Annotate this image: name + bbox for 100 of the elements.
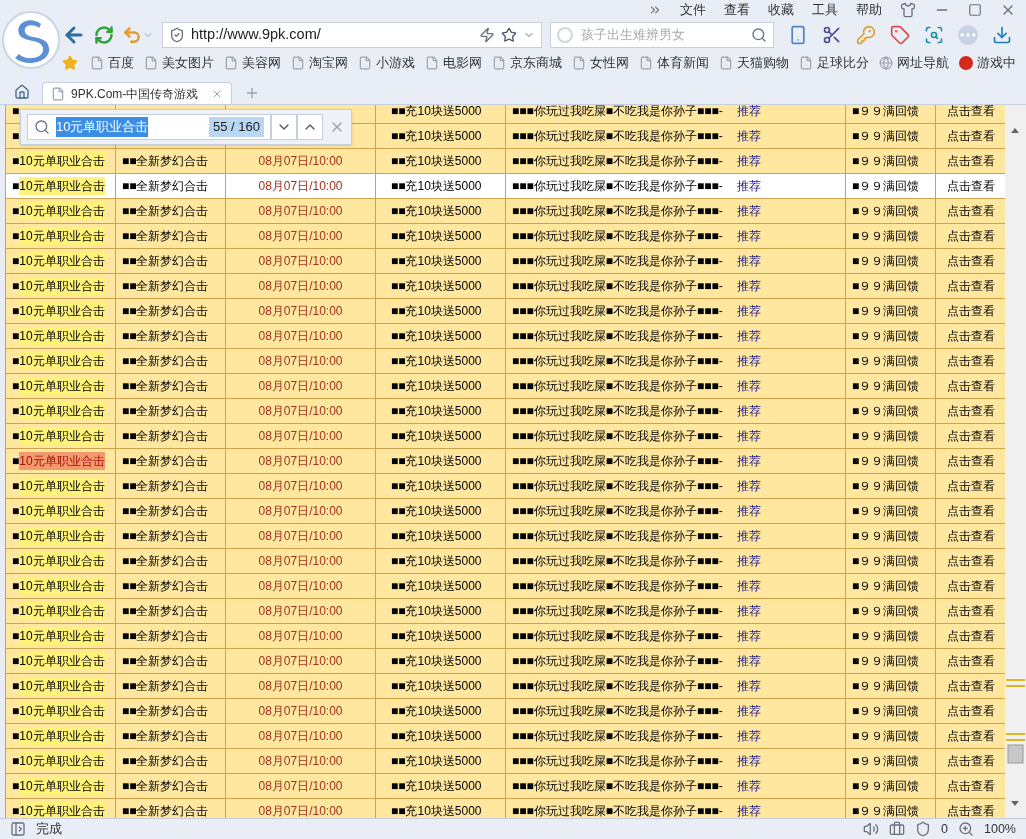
table-row[interactable]: ■10元单职业合击 ■■全新梦幻合击 08月07日/10:00 ■■充10块送5000 ■■■你玩过我吃屎■不吃我是你孙子■■■- 推荐 ■９９满回馈 点击查看 bbox=[6, 224, 1005, 249]
bookmark-link[interactable]: 体育新闻 bbox=[657, 53, 709, 73]
recommend-link[interactable]: 推荐 bbox=[736, 802, 761, 818]
table-row[interactable]: ■10元单职业合击 ■■全新梦幻合击 08月07日/10:00 ■■充10块送5000 ■■■你玩过我吃屎■不吃我是你孙子■■■- 推荐 ■９９满回馈 点击查看 bbox=[6, 349, 1005, 374]
recommend-link[interactable]: 推荐 bbox=[736, 527, 761, 545]
table-row[interactable]: ■10元单职业合击 ■■全新梦幻合击 08月07日/10:00 ■■充10块送5000 ■■■你玩过我吃屎■不吃我是你孙子■■■- 推荐 ■９９满回馈 点击查看 bbox=[6, 299, 1005, 324]
table-row[interactable]: ■10元单职业合击 ■■全新梦幻合击 08月07日/10:00 ■■充10块送5000 ■■■你玩过我吃屎■不吃我是你孙子■■■- 推荐 ■９９满回馈 点击查看 bbox=[6, 274, 1005, 299]
recommend-link[interactable]: 推荐 bbox=[736, 377, 761, 395]
recommend-link[interactable]: 推荐 bbox=[736, 277, 761, 295]
bookmark-link[interactable]: 淘宝网 bbox=[309, 53, 348, 73]
table-row[interactable]: ■10元单职业合击 ■■全新梦幻合击 08月07日/10:00 ■■充10块送5000 ■■■你玩过我吃屎■不吃我是你孙子■■■- 推荐 ■９９满回馈 点击查看 bbox=[6, 374, 1005, 399]
scissors-icon[interactable] bbox=[822, 25, 842, 45]
table-row[interactable]: ■10元单职业合击 ■■全新梦幻合击 08月07日/10:00 ■■充10块送5000 ■■■你玩过我吃屎■不吃我是你孙子■■■- 推荐 ■９９满回馈 点击查看 bbox=[6, 524, 1005, 549]
bookmark-link[interactable]: 网址导航 bbox=[897, 53, 949, 73]
recommend-link[interactable]: 推荐 bbox=[736, 577, 761, 595]
recommend-link[interactable]: 推荐 bbox=[736, 752, 761, 770]
home-icon[interactable] bbox=[14, 84, 30, 100]
speaker-icon[interactable] bbox=[863, 821, 880, 837]
recommend-link[interactable]: 推荐 bbox=[736, 702, 761, 720]
menu-item[interactable]: 帮助 bbox=[856, 0, 882, 20]
table-row[interactable]: ■10元单职业合击 ■■全新梦幻合击 08月07日/10:00 ■■充10块送5000 ■■■你玩过我吃屎■不吃我是你孙子■■■- 推荐 ■９９满回馈 点击查看 bbox=[6, 399, 1005, 424]
bookmark-link[interactable]: 天猫购物 bbox=[737, 53, 789, 73]
tag-icon[interactable] bbox=[890, 25, 910, 45]
bookmark-link[interactable]: 女性网 bbox=[590, 53, 629, 73]
table-row[interactable]: ■10元单职业合击 ■■全新梦幻合击 08月07日/10:00 ■■充10块送5000 ■■■你玩过我吃屎■不吃我是你孙子■■■- 推荐 ■９９满回馈 点击查看 bbox=[6, 574, 1005, 599]
refresh-icon[interactable] bbox=[94, 25, 114, 45]
table-row[interactable]: ■10元单职业合击 ■■全新梦幻合击 08月07日/10:00 ■■充10块送5000 ■■■你玩过我吃屎■不吃我是你孙子■■■- 推荐 ■９９满回馈 点击查看 bbox=[6, 549, 1005, 574]
table-row[interactable]: ■10元单职业合击 ■■全新梦幻合击 08月07日/10:00 ■■充10块送5000 ■■■你玩过我吃屎■不吃我是你孙子■■■- 推荐 ■９９满回馈 点击查看 bbox=[6, 799, 1005, 818]
next-button[interactable] bbox=[271, 114, 297, 140]
recommend-link[interactable]: 推荐 bbox=[736, 252, 761, 270]
recommend-link[interactable]: 推荐 bbox=[736, 477, 761, 495]
recommend-link[interactable]: 推荐 bbox=[736, 202, 761, 220]
bookmark-link[interactable]: 游戏中 bbox=[977, 53, 1016, 73]
bookmark-link[interactable]: 小游戏 bbox=[376, 53, 415, 73]
recommend-link[interactable]: 推荐 bbox=[736, 727, 761, 745]
maximize-icon[interactable] bbox=[968, 3, 982, 17]
undo-icon[interactable] bbox=[122, 25, 142, 45]
recommend-link[interactable]: 推荐 bbox=[736, 352, 761, 370]
bookmark-link[interactable]: 足球比分 bbox=[817, 53, 869, 73]
table-row[interactable]: ■10元单职业合击 ■■全新梦幻合击 08月07日/10:00 ■■充10块送5000 ■■■你玩过我吃屎■不吃我是你孙子■■■- 推荐 ■９９满回馈 点击查看 bbox=[6, 724, 1005, 749]
recommend-link[interactable]: 推荐 bbox=[736, 402, 761, 420]
recommend-link[interactable]: 推荐 bbox=[736, 427, 761, 445]
star-icon[interactable] bbox=[501, 27, 517, 43]
table-row[interactable]: ■10元单职业合击 ■■全新梦幻合击 08月07日/10:00 ■■充10块送5000 ■■■你玩过我吃屎■不吃我是你孙子■■■- 推荐 ■９９满回馈 点击查看 bbox=[6, 174, 1005, 199]
table-row[interactable]: ■10元单职业合击 ■■全新梦幻合击 08月07日/10:00 ■■充10块送5000 ■■■你玩过我吃屎■不吃我是你孙子■■■- 推荐 ■９９满回馈 点击查看 bbox=[6, 249, 1005, 274]
recommend-link[interactable]: 推荐 bbox=[736, 502, 761, 520]
table-row[interactable]: ■10元单职业合击 ■■全新梦幻合击 08月07日/10:00 ■■充10块送5000 ■■■你玩过我吃屎■不吃我是你孙子■■■- 推荐 ■９９满回馈 点击查看 bbox=[6, 699, 1005, 724]
zoom-icon[interactable] bbox=[958, 821, 974, 837]
favorites-icon[interactable] bbox=[62, 55, 78, 71]
search-icon[interactable] bbox=[751, 27, 767, 43]
table-row[interactable]: ■10元单职业合击 ■■全新梦幻合击 08月07日/10:00 ■■充10块送5000 ■■■你玩过我吃屎■不吃我是你孙子■■■- 推荐 ■９９满回馈 点击查看 bbox=[6, 149, 1005, 174]
table-row[interactable]: ■10元单职业合击 ■■全新梦幻合击 08月07日/10:00 ■■充10块送5000 ■■■你玩过我吃屎■不吃我是你孙子■■■- 推荐 ■９９满回馈 点击查看 bbox=[6, 499, 1005, 524]
bookmark-link[interactable]: 电影网 bbox=[443, 53, 482, 73]
recommend-link[interactable]: 推荐 bbox=[736, 127, 761, 145]
phone-icon[interactable] bbox=[788, 25, 808, 45]
recommend-link[interactable]: 推荐 bbox=[736, 677, 761, 695]
recommend-link[interactable]: 推荐 bbox=[736, 602, 761, 620]
recommend-link[interactable]: 推荐 bbox=[736, 152, 761, 170]
key-icon[interactable] bbox=[856, 25, 876, 45]
recommend-link[interactable]: 推荐 bbox=[736, 227, 761, 245]
bookmark-link[interactable]: 百度 bbox=[108, 53, 134, 73]
table-row[interactable]: ■10元单职业合击 ■■全新梦幻合击 08月07日/10:00 ■■充10块送5000 ■■■你玩过我吃屎■不吃我是你孙子■■■- 推荐 ■９９满回馈 点击查看 bbox=[6, 649, 1005, 674]
menu-item[interactable]: 收藏 bbox=[768, 0, 794, 20]
menu-item[interactable]: 工具 bbox=[812, 0, 838, 20]
menu-item[interactable]: 文件 bbox=[680, 0, 706, 20]
download-icon[interactable] bbox=[992, 25, 1012, 45]
shield-icon[interactable] bbox=[915, 821, 932, 837]
table-row[interactable]: ■10元单职业合击 ■■全新梦幻合击 08月07日/10:00 ■■充10块送5000 ■■■你玩过我吃屎■不吃我是你孙子■■■- 推荐 ■９９满回馈 点击查看 bbox=[6, 474, 1005, 499]
table-row[interactable]: ■10元单职业合击 ■■全新梦幻合击 08月07日/10:00 ■■充10块送5000 ■■■你玩过我吃屎■不吃我是你孙子■■■- 推荐 ■９９满回馈 点击查看 bbox=[6, 749, 1005, 774]
bookmark-link[interactable]: 美女图片 bbox=[162, 53, 214, 73]
recommend-link[interactable]: 推荐 bbox=[736, 105, 761, 120]
sidebar-icon[interactable] bbox=[10, 821, 26, 837]
briefcase-icon[interactable] bbox=[889, 821, 906, 837]
recommend-link[interactable]: 推荐 bbox=[736, 302, 761, 320]
recommend-link[interactable]: 推荐 bbox=[736, 452, 761, 470]
lightning-icon[interactable] bbox=[479, 27, 495, 43]
recommend-link[interactable]: 推荐 bbox=[736, 552, 761, 570]
find-field[interactable]: 10元单职业合击 55 / 160 bbox=[27, 114, 271, 140]
table-row[interactable]: ■10元单职业合击 ■■全新梦幻合击 08月07日/10:00 ■■充10块送5000 ■■■你玩过我吃屎■不吃我是你孙子■■■- 推荐 ■９９满回馈 点击查看 bbox=[6, 449, 1005, 474]
table-row[interactable]: ■10元单职业合击 ■■全新梦幻合击 08月07日/10:00 ■■充10块送5000 ■■■你玩过我吃屎■不吃我是你孙子■■■- 推荐 ■９９满回馈 点击查看 bbox=[6, 624, 1005, 649]
skin-icon[interactable] bbox=[900, 2, 916, 18]
bookmark-link[interactable]: 京东商城 bbox=[510, 53, 562, 73]
table-row[interactable]: ■10元单职业合击 ■■全新梦幻合击 08月07日/10:00 ■■充10块送5000 ■■■你玩过我吃屎■不吃我是你孙子■■■- 推荐 ■９９满回馈 点击查看 bbox=[6, 324, 1005, 349]
table-row[interactable]: ■10元单职业合击 ■■全新梦幻合击 08月07日/10:00 ■■充10块送5000 ■■■你玩过我吃屎■不吃我是你孙子■■■- 推荐 ■９９满回馈 点击查看 bbox=[6, 599, 1005, 624]
table-row[interactable]: ■10元单职业合击 ■■全新梦幻合击 08月07日/10:00 ■■充10块送5000 ■■■你玩过我吃屎■不吃我是你孙子■■■- 推荐 ■９９满回馈 点击查看 bbox=[6, 199, 1005, 224]
menu-item[interactable]: 查看 bbox=[724, 0, 750, 20]
previous-button[interactable] bbox=[297, 114, 323, 140]
scrollbar[interactable] bbox=[1005, 105, 1026, 818]
recommend-link[interactable]: 推荐 bbox=[736, 177, 761, 195]
table-row[interactable]: ■10元单职业合击 ■■全新梦幻合击 08月07日/10:00 ■■充10块送5000 ■■■你玩过我吃屎■不吃我是你孙子■■■- 推荐 ■９９满回馈 点击查看 bbox=[6, 674, 1005, 699]
recommend-link[interactable]: 推荐 bbox=[736, 777, 761, 795]
address-bar[interactable]: http://www.9pk.com/ bbox=[162, 22, 542, 48]
recommend-link[interactable]: 推荐 bbox=[736, 327, 761, 345]
scan-icon[interactable] bbox=[924, 25, 944, 45]
table-row[interactable]: ■10元单职业合击 ■■全新梦幻合击 08月07日/10:00 ■■充10块送5000 ■■■你玩过我吃屎■不吃我是你孙子■■■- 推荐 ■９９满回馈 点击查看 bbox=[6, 774, 1005, 799]
new-tab-icon[interactable] bbox=[244, 85, 260, 101]
browser-logo[interactable] bbox=[1, 10, 61, 70]
recommend-link[interactable]: 推荐 bbox=[736, 627, 761, 645]
browser-tab[interactable]: 9PK.Com-中国传奇游戏 bbox=[42, 82, 232, 104]
bookmark-link[interactable]: 美容网 bbox=[242, 53, 281, 73]
